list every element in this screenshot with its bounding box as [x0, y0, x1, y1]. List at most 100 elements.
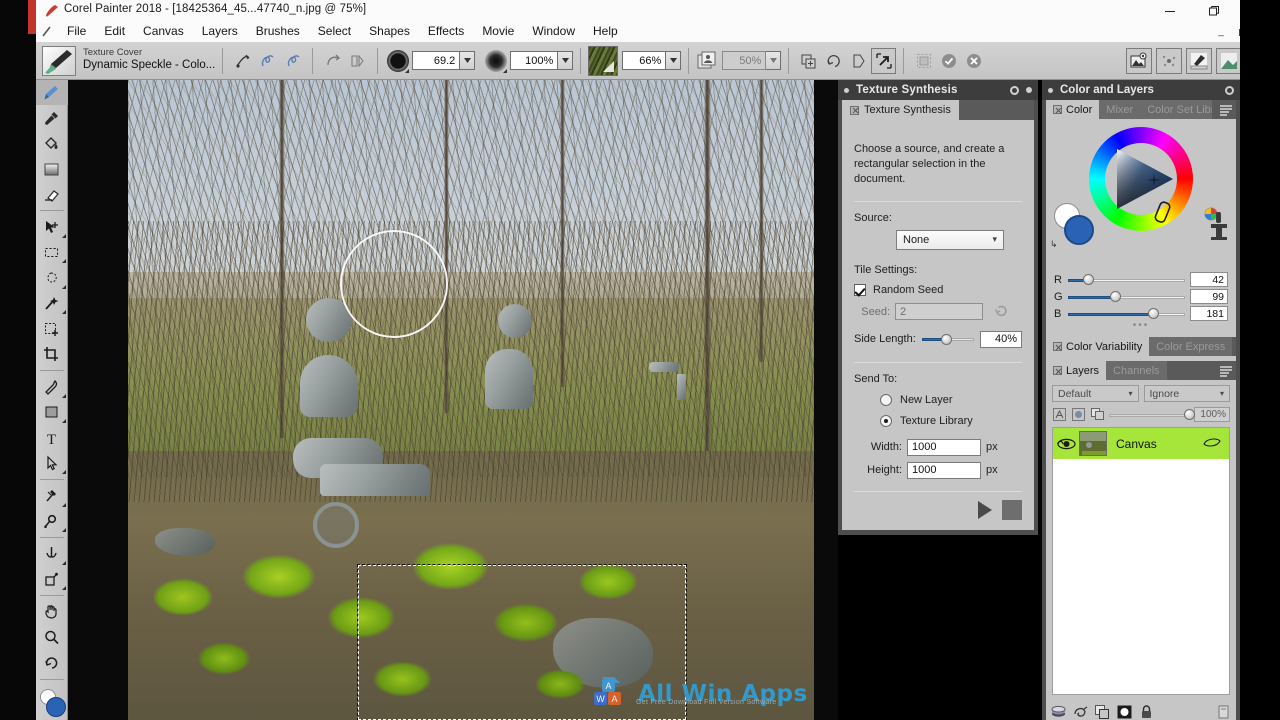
document-minimize-button[interactable]: _ — [1210, 23, 1232, 40]
mirror-painting-tool[interactable] — [36, 567, 68, 592]
text-tool[interactable]: T — [36, 425, 68, 450]
side-length-value[interactable]: 40% — [980, 330, 1022, 348]
stroke-curve-alt-icon[interactable] — [280, 48, 305, 74]
brush-size-field-group[interactable]: 69.2 — [412, 51, 476, 70]
color-wheel-area[interactable]: ↳ — [1046, 119, 1236, 269]
stop-icon[interactable] — [1002, 500, 1022, 520]
texture-library-radio[interactable] — [880, 414, 892, 427]
flip-icon[interactable] — [846, 48, 871, 74]
pickup-mode-select[interactable]: Ignore ▾ — [1143, 385, 1230, 402]
play-icon[interactable] — [978, 501, 992, 519]
send-to-new-layer-row[interactable]: New Layer — [880, 393, 1022, 406]
paper-texture-icon[interactable] — [588, 45, 619, 76]
gear-icon[interactable] — [1010, 85, 1019, 95]
shape-selection-tool[interactable] — [36, 451, 68, 476]
particles-icon[interactable] — [1156, 47, 1182, 74]
menu-item-movie[interactable]: Movie — [473, 21, 523, 42]
layer-opacity-value[interactable]: 50% — [722, 51, 767, 70]
panel-resize-grip[interactable]: ••• — [1054, 321, 1228, 331]
blend-mode-select[interactable]: Default ▾ — [1052, 385, 1139, 402]
perspective-grid-tool[interactable] — [36, 509, 68, 534]
source-select[interactable]: None ▾ — [896, 229, 1004, 250]
tab-layers[interactable]: Layers — [1046, 361, 1107, 380]
layer-opacity-slider[interactable] — [1109, 408, 1195, 421]
color-picker-marker-icon[interactable] — [1148, 174, 1160, 189]
canvas-area[interactable]: A W A All Win Apps Get Free Download Ful… — [68, 80, 838, 720]
rgb-row-g[interactable]: G 99 — [1054, 288, 1228, 305]
tab-close-icon[interactable] — [1053, 366, 1062, 375]
duplicate-layer-icon[interactable] — [1095, 705, 1110, 720]
side-length-slider[interactable] — [921, 333, 974, 345]
cancel-x-icon[interactable] — [961, 48, 986, 74]
width-field[interactable]: 1000 — [907, 438, 981, 456]
layer-name-label[interactable]: Canvas — [1116, 437, 1157, 451]
gradient-tool[interactable] — [36, 156, 68, 181]
color-and-layers-header[interactable]: Color and Layers — [1042, 80, 1240, 100]
layer-opacity-spinner[interactable] — [766, 51, 782, 70]
layer-opacity-value[interactable]: 100% — [1194, 407, 1230, 422]
rotate-page-icon[interactable] — [320, 48, 345, 74]
magnifier-tool[interactable] — [36, 625, 68, 650]
brush-size-value[interactable]: 69.2 — [412, 51, 461, 70]
grabber-tool[interactable] — [36, 599, 68, 624]
rgb-value-r[interactable]: 42 — [1190, 272, 1228, 287]
eraser-tool[interactable] — [36, 182, 68, 207]
height-field[interactable]: 1000 — [907, 461, 981, 479]
selection-adjuster-tool[interactable] — [36, 316, 68, 341]
layer-list[interactable]: Canvas — [1052, 427, 1230, 695]
lasso-tool[interactable] — [36, 265, 68, 290]
rgb-value-b[interactable]: 181 — [1190, 306, 1228, 321]
new-watercolor-layer-icon[interactable] — [1073, 705, 1088, 720]
brush-opacity-value[interactable]: 100% — [510, 51, 559, 70]
rgb-row-r[interactable]: R 42 — [1054, 271, 1228, 288]
tab-color-variability[interactable]: Color Variability — [1046, 337, 1150, 356]
swap-colors-icon[interactable]: ↳ — [1050, 239, 1058, 250]
rectangular-selection-tool[interactable] — [36, 240, 68, 265]
menu-item-layers[interactable]: Layers — [193, 21, 247, 42]
cloner-tool[interactable] — [36, 483, 68, 508]
refresh-icon[interactable] — [994, 303, 1009, 321]
new-layer-radio[interactable] — [880, 393, 892, 406]
save-selection-icon[interactable] — [911, 48, 936, 74]
primary-color-swatch[interactable] — [45, 696, 66, 717]
accept-check-icon[interactable] — [936, 48, 961, 74]
side-length-row[interactable]: Side Length: 40% — [854, 330, 1022, 348]
primary-color-swatch[interactable] — [1064, 215, 1094, 245]
brush-opacity-spinner[interactable] — [558, 51, 574, 70]
rgb-row-b[interactable]: B 181 — [1054, 305, 1228, 322]
menu-item-shapes[interactable]: Shapes — [360, 21, 419, 42]
mirror-icon[interactable] — [345, 48, 370, 74]
paper-scale-spinner[interactable] — [666, 51, 682, 70]
menu-item-canvas[interactable]: Canvas — [134, 21, 193, 42]
layer-opacity-field-group[interactable]: 50% — [722, 51, 782, 70]
layer-visibility-icon[interactable] — [1053, 438, 1079, 450]
seed-field[interactable]: 2 — [895, 303, 983, 321]
menu-item-brushes[interactable]: Brushes — [247, 21, 309, 42]
shape-tool[interactable] — [36, 400, 68, 425]
layers-panel-menu-icon[interactable] — [1216, 361, 1236, 380]
layer-adjuster-tool[interactable] — [36, 214, 68, 239]
pen-tool[interactable] — [36, 374, 68, 399]
send-to-texture-library-row[interactable]: Texture Library — [880, 414, 1022, 427]
rgb-slider-b[interactable] — [1068, 307, 1185, 320]
preserve-transparency-icon[interactable] — [1052, 407, 1067, 422]
panel-menu-icon[interactable] — [1216, 100, 1236, 119]
random-seed-checkbox[interactable] — [854, 283, 866, 296]
layer-mask-icon[interactable] — [1117, 705, 1132, 720]
menu-item-effects[interactable]: Effects — [419, 21, 473, 42]
tab-channels[interactable]: Channels — [1106, 361, 1167, 380]
stroke-curve-icon[interactable] — [255, 48, 280, 74]
duplicate-icon[interactable] — [796, 48, 821, 74]
brush-name-block[interactable]: Texture Cover Dynamic Speckle - Colo... — [83, 47, 215, 72]
brush-size-icon[interactable] — [385, 48, 410, 74]
tab-mixer[interactable]: Mixer — [1099, 100, 1141, 119]
layer-mask-icon[interactable] — [1071, 407, 1086, 422]
rotate-page-tool[interactable] — [36, 650, 68, 675]
texture-synthesis-panel-header[interactable]: Texture Synthesis — [838, 80, 1038, 100]
image-settings-icon[interactable] — [1126, 47, 1152, 74]
clone-color-icon[interactable] — [1198, 207, 1228, 241]
tab-color-set-libraries[interactable]: Color Set Libraries — [1140, 100, 1213, 119]
paint-bucket-tool[interactable] — [36, 131, 68, 156]
tab-color[interactable]: Color — [1046, 100, 1100, 119]
brush-opacity-field-group[interactable]: 100% — [510, 51, 574, 70]
